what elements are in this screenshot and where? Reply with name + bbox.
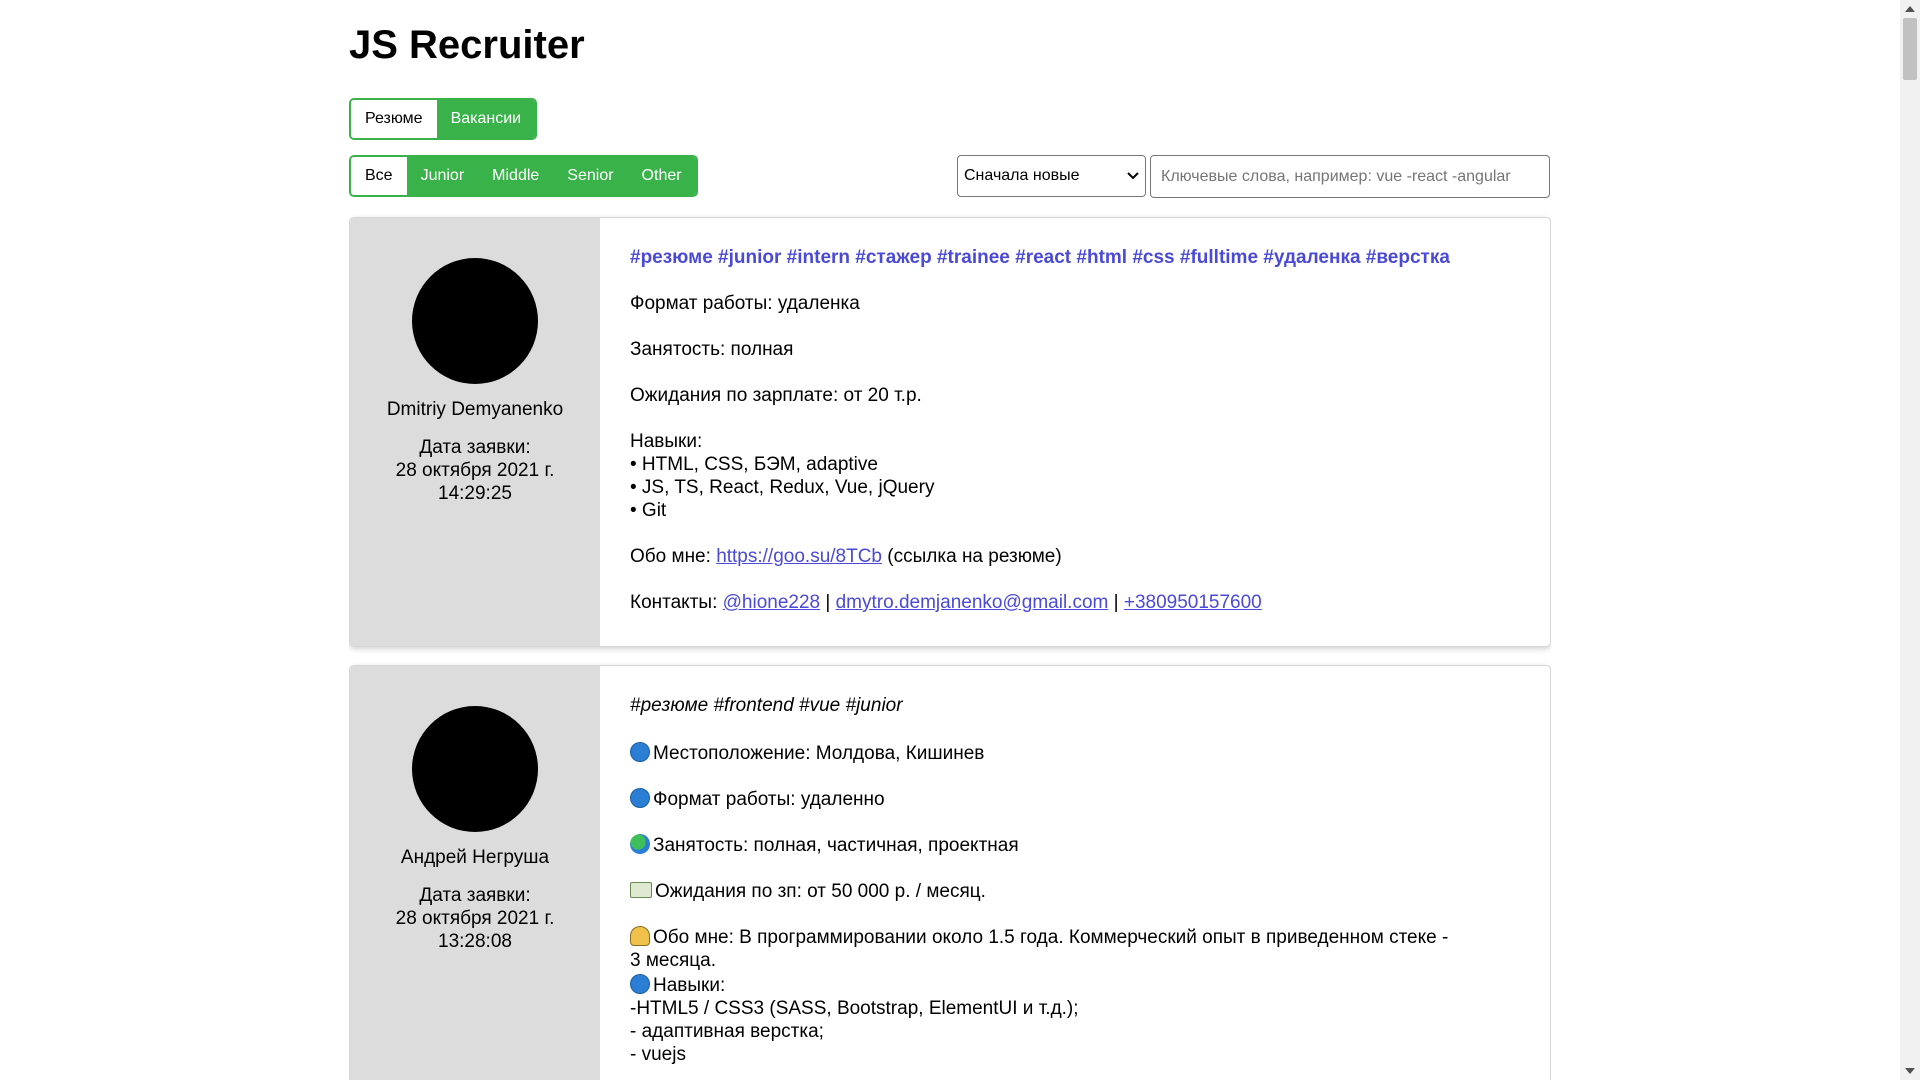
about-prefix: Обо мне: [630, 546, 717, 567]
card-sidebar: Dmitriy Demyanenko Дата заявки: 28 октяб… [350, 218, 600, 646]
scroll-down-arrow-icon[interactable] [1905, 1068, 1915, 1074]
time-value: 13:28:08 [438, 931, 512, 952]
format-text: Формат работы: удаленно [653, 789, 885, 810]
employment: Занятость: полная [630, 339, 794, 360]
card-sidebar: Андрей Негруша Дата заявки: 28 октября 2… [350, 666, 600, 1080]
filter-other[interactable]: Other [627, 157, 696, 195]
blue-circle-icon [630, 788, 650, 808]
location-text: Местоположение: Молдова, Кишинев [653, 743, 985, 764]
level-filter: Все Junior Middle Senior Other [349, 155, 698, 197]
card-content: #резюме #frontend #vue #junior Местополо… [600, 666, 1550, 1080]
search-input[interactable] [1150, 155, 1550, 198]
salary: Ожидания по зарплате: от 20 т.р. [630, 385, 922, 406]
employment-text: Занятость: полная, частичная, проектная [653, 835, 1019, 856]
filter-junior[interactable]: Junior [406, 157, 479, 195]
tab-resume[interactable]: Резюме [351, 100, 437, 138]
person-icon [630, 926, 650, 946]
blue-circle-icon [630, 742, 650, 762]
skill-item: - vuejs [630, 1044, 686, 1065]
salary-text: Ожидания по зп: от 50 000 р. / месяц. [655, 881, 986, 902]
author-name: Dmitriy Demyanenko [386, 399, 564, 420]
skills-title: Навыки: [630, 431, 703, 452]
separator: | [1108, 592, 1124, 613]
post-date: Дата заявки: 28 октября 2021 г. 13:28:08 [350, 884, 600, 953]
resume-card: Андрей Негруша Дата заявки: 28 октября 2… [349, 665, 1551, 1080]
phone-link[interactable]: +380950157600 [1124, 592, 1262, 613]
resume-card: Dmitriy Demyanenko Дата заявки: 28 октяб… [349, 217, 1551, 647]
date-label: Дата заявки: [419, 437, 531, 458]
about: Обо мне: https://goo.su/8TCb (ссылка на … [630, 545, 1520, 568]
page-container: JS Recruiter Резюме Вакансии Все Junior … [349, 0, 1551, 1080]
scroll-up-arrow-icon[interactable] [1905, 6, 1915, 12]
skills-block: Навыки: • HTML, CSS, БЭМ, adaptive • JS,… [630, 430, 1520, 522]
filter-senior[interactable]: Senior [553, 157, 628, 195]
work-format: Формат работы: удаленка [630, 293, 860, 314]
sort-select[interactable]: Сначала новые [957, 155, 1146, 197]
telegram-link[interactable]: @hione228 [723, 592, 820, 613]
about-suffix: (ссылка на резюме) [882, 546, 1062, 567]
contacts: Контакты: @hione228 | dmytro.demjanenko@… [630, 591, 1520, 614]
chevron-down-icon [1127, 172, 1139, 180]
skill-item: -HTML5 / CSS3 (SASS, Bootstrap, ElementU… [630, 998, 1079, 1019]
filter-all[interactable]: Все [351, 157, 407, 195]
filter-middle[interactable]: Middle [478, 157, 554, 195]
salary: Ожидания по зп: от 50 000 р. / месяц. [630, 880, 1520, 903]
date-label: Дата заявки: [419, 885, 531, 906]
email-link[interactable]: dmytro.demjanenko@gmail.com [836, 592, 1109, 613]
skills-title: Навыки: [653, 975, 726, 996]
about-text: Обо мне: В программировании около 1.5 го… [653, 927, 1449, 948]
work-format: Формат работы: удаленно [630, 788, 1520, 811]
about-line: 3 месяца. [630, 950, 716, 971]
skill-item: • HTML, CSS, БЭМ, adaptive [630, 454, 878, 475]
skill-item: • Git [630, 500, 667, 521]
card-content: #резюме #junior #intern #стажер #trainee… [600, 218, 1550, 646]
contacts-prefix: Контакты: [630, 592, 723, 613]
time-value: 14:29:25 [438, 483, 512, 504]
globe-icon [630, 834, 650, 854]
tab-vacancies[interactable]: Вакансии [436, 100, 536, 138]
money-icon [630, 882, 652, 898]
resume-link[interactable]: https://goo.su/8TCb [716, 546, 882, 567]
author-name: Андрей Негруша [400, 847, 550, 868]
skill-item: • JS, TS, React, Redux, Vue, jQuery [630, 477, 935, 498]
location: Местоположение: Молдова, Кишинев [630, 742, 1520, 765]
employment: Занятость: полная, частичная, проектная [630, 834, 1520, 857]
date-value: 28 октября 2021 г. [395, 908, 555, 929]
post-date: Дата заявки: 28 октября 2021 г. 14:29:25 [350, 436, 600, 505]
page-title: JS Recruiter [349, 23, 585, 67]
separator: | [820, 592, 836, 613]
hashtags[interactable]: #резюме #junior #intern #стажер #trainee… [630, 246, 1520, 269]
skills-title-line: Навыки: [630, 974, 1520, 997]
avatar [412, 706, 538, 832]
skill-item: - адаптивная верстка; [630, 1021, 824, 1042]
page-scrollbar[interactable] [1900, 0, 1920, 1080]
date-value: 28 октября 2021 г. [395, 460, 555, 481]
blue-circle-icon [630, 974, 650, 994]
sort-selected-value: Сначала новые [964, 167, 1080, 184]
type-toggle: Резюме Вакансии [349, 98, 538, 140]
about: Обо мне: В программировании около 1.5 го… [630, 926, 1520, 972]
hashtags: #резюме #frontend #vue #junior [630, 695, 903, 716]
avatar [412, 258, 538, 384]
skills-block: Навыки: -HTML5 / CSS3 (SASS, Bootstrap, … [630, 974, 1520, 1066]
scrollbar-thumb[interactable] [1903, 18, 1917, 80]
about-line: Обо мне: В программировании около 1.5 го… [630, 926, 1520, 949]
